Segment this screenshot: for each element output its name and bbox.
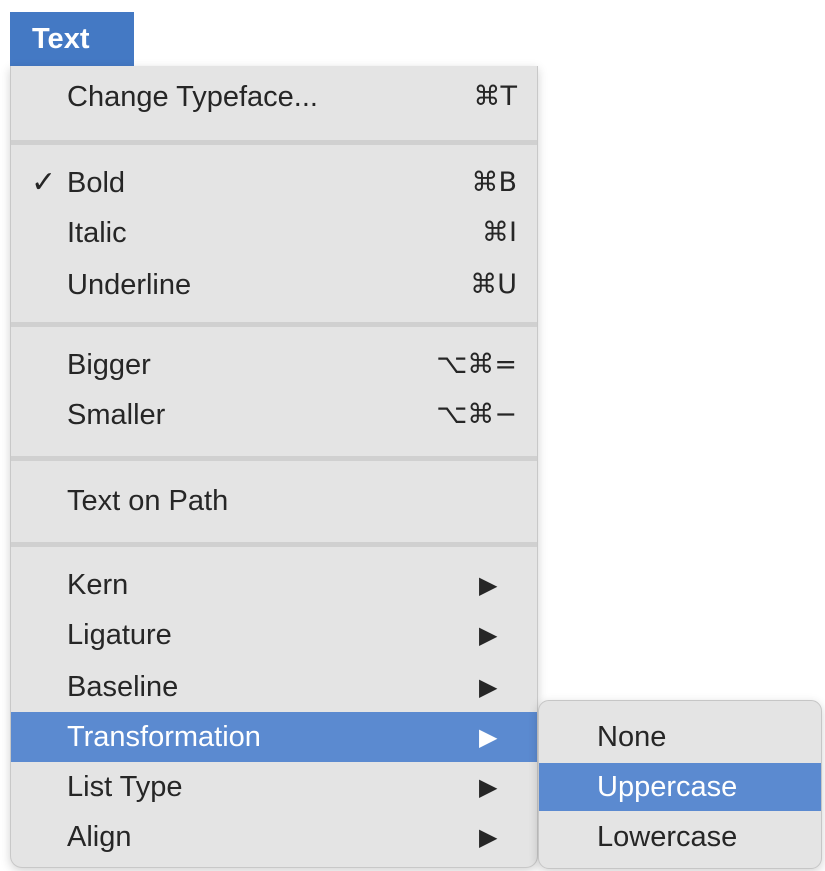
- menu-item-shortcut: ⌘T: [473, 81, 518, 112]
- menu-item-label: Ligature: [67, 619, 172, 651]
- menu-item-ligature[interactable]: Ligature ▶: [11, 610, 537, 660]
- submenu-arrow-icon: ▶: [479, 571, 498, 599]
- menu-item-label: Change Typeface...: [67, 81, 318, 113]
- menu-item-label: Text on Path: [67, 485, 229, 517]
- submenu-item-uppercase[interactable]: Uppercase: [539, 763, 821, 811]
- menu-item-shortcut: ⌘I: [482, 217, 517, 248]
- menu-separator: [11, 140, 537, 145]
- menubar-text-label: Text: [32, 23, 90, 55]
- menu-item-label: Align: [67, 821, 132, 853]
- menu-item-align[interactable]: Align ▶: [11, 812, 537, 862]
- menu-item-bigger[interactable]: Bigger ⌥⌘=: [11, 340, 537, 390]
- submenu-item-none[interactable]: None: [539, 713, 821, 761]
- menu-separator: [11, 542, 537, 547]
- menu-item-shortcut: ⌘U: [470, 269, 517, 300]
- menu-item-label: Italic: [67, 217, 127, 249]
- menu-item-change-typeface[interactable]: Change Typeface... ⌘T: [11, 72, 537, 122]
- menu-item-shortcut: ⌥⌘−: [436, 399, 517, 430]
- menu-item-text-on-path[interactable]: Text on Path: [11, 476, 537, 526]
- menu-item-label: Kern: [67, 569, 129, 601]
- menu-item-shortcut: ⌘B: [471, 167, 517, 198]
- text-menu-dropdown: Change Typeface... ⌘T ✓ Bold ⌘B Italic ⌘…: [10, 66, 538, 868]
- menu-item-baseline[interactable]: Baseline ▶: [11, 662, 537, 712]
- submenu-item-label: Lowercase: [597, 821, 738, 853]
- menu-item-transformation[interactable]: Transformation ▶: [11, 712, 537, 762]
- menu-item-italic[interactable]: Italic ⌘I: [11, 208, 537, 258]
- submenu-arrow-icon: ▶: [479, 621, 498, 649]
- menu-item-label: Smaller: [67, 399, 166, 431]
- menu-item-label: Baseline: [67, 671, 179, 703]
- submenu-item-label: None: [597, 721, 667, 753]
- menu-item-underline[interactable]: Underline ⌘U: [11, 260, 537, 310]
- menu-separator: [11, 322, 537, 327]
- menu-item-label: Bold: [67, 167, 126, 199]
- transformation-submenu: None Uppercase Lowercase: [538, 700, 822, 869]
- menu-item-label: List Type: [67, 771, 183, 803]
- menu-item-label: Underline: [67, 269, 192, 301]
- submenu-arrow-icon: ▶: [479, 773, 498, 801]
- checkmark-icon: ✓: [31, 165, 57, 200]
- menu-item-kern[interactable]: Kern ▶: [11, 560, 537, 610]
- submenu-item-lowercase[interactable]: Lowercase: [539, 813, 821, 861]
- submenu-arrow-icon: ▶: [479, 723, 498, 751]
- submenu-arrow-icon: ▶: [479, 673, 498, 701]
- menu-item-label: Transformation: [67, 721, 261, 753]
- menu-item-bold[interactable]: ✓ Bold ⌘B: [11, 158, 537, 208]
- menubar-text-menu[interactable]: Text: [10, 12, 134, 66]
- menu-item-smaller[interactable]: Smaller ⌥⌘−: [11, 390, 537, 440]
- menu-item-label: Bigger: [67, 349, 151, 381]
- menu-item-shortcut: ⌥⌘=: [436, 349, 517, 380]
- submenu-arrow-icon: ▶: [479, 823, 498, 851]
- menu-item-list-type[interactable]: List Type ▶: [11, 762, 537, 812]
- menu-separator: [11, 456, 537, 461]
- submenu-item-label: Uppercase: [597, 771, 738, 803]
